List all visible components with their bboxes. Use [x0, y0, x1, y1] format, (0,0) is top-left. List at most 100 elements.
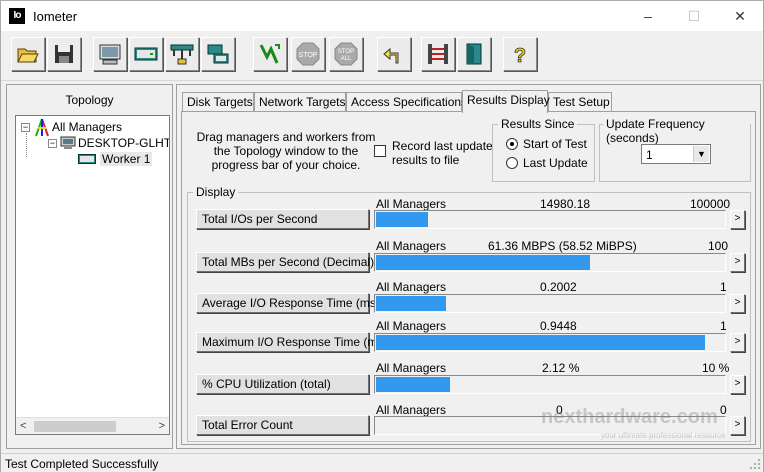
- status-text: Test Completed Successfully: [5, 457, 159, 471]
- record-results-label: Record last update results to file: [392, 139, 493, 167]
- save-config-icon: [55, 45, 73, 63]
- new-disk-worker-button[interactable]: [129, 37, 163, 71]
- new-disk-worker-icon: [134, 47, 158, 61]
- scroll-right-arrow[interactable]: >: [159, 420, 165, 432]
- tree-node-worker[interactable]: Worker 1: [100, 152, 153, 166]
- metric-select-button[interactable]: % CPU Utilization (total): [196, 374, 369, 394]
- save-config-button[interactable]: [47, 37, 81, 71]
- last-update-radio[interactable]: [506, 157, 518, 169]
- tree-node-manager[interactable]: DESKTOP-GLHTN: [78, 136, 169, 150]
- tab-access-specifications[interactable]: Access Specifications: [346, 92, 467, 112]
- metric-progress-bar[interactable]: [374, 294, 726, 313]
- metric-source: All Managers: [376, 197, 447, 211]
- metric-more-button[interactable]: >: [730, 294, 745, 313]
- update-frequency-value: 1: [646, 148, 653, 162]
- tab-network-targets[interactable]: Network Targets: [254, 92, 346, 112]
- record-results-checkbox[interactable]: [374, 145, 386, 157]
- results-since-title: Results Since: [498, 117, 578, 131]
- metric-value: 0: [556, 403, 563, 417]
- status-bar: Test Completed Successfully: [1, 453, 763, 472]
- metric-select-button[interactable]: Total MBs per Second (Decimal): [196, 252, 374, 272]
- main-panel: Disk Targets Network Targets Access Spec…: [176, 84, 761, 449]
- help-label: ?: [514, 45, 526, 66]
- iometer-app-icon: Io: [9, 8, 25, 24]
- duplicate-worker-icon: [207, 44, 229, 64]
- stop-all-label-line1: STOP: [338, 49, 354, 55]
- all-managers-collapse-toggle[interactable]: −: [21, 123, 30, 132]
- metric-progress-bar[interactable]: [374, 375, 726, 394]
- update-frequency-title: Update Frequency (seconds): [603, 117, 750, 145]
- all-managers-icon: [35, 119, 49, 137]
- duplicate-worker-button[interactable]: [201, 37, 235, 71]
- disk-workers-icon: [428, 44, 448, 64]
- metric-source: All Managers: [376, 403, 447, 417]
- stop-button[interactable]: STOP: [291, 37, 325, 71]
- metric-max: 10 %: [702, 361, 730, 375]
- reset-workers-icon: [383, 47, 399, 64]
- exit-button[interactable]: [457, 37, 491, 71]
- title-bar: Io Iometer – ☐ ✕: [1, 1, 763, 31]
- new-network-worker-icon: [170, 44, 194, 65]
- exit-icon: [466, 43, 482, 65]
- topology-panel: Topology − All Managers − DESKTOP-GLHTN: [6, 84, 173, 449]
- metric-max: 1: [720, 319, 727, 333]
- start-of-test-radio[interactable]: [506, 138, 518, 150]
- start-tests-button[interactable]: [253, 37, 287, 71]
- open-config-button[interactable]: [11, 37, 45, 71]
- metric-progress-bar[interactable]: [374, 253, 726, 272]
- metric-more-button[interactable]: >: [730, 210, 745, 229]
- metric-progress-bar[interactable]: [374, 333, 726, 352]
- resize-grip-icon[interactable]: [749, 458, 761, 470]
- start-tests-icon: [259, 44, 280, 64]
- about-button[interactable]: ?: [503, 37, 537, 71]
- chevron-down-icon[interactable]: ▼: [693, 146, 709, 162]
- metric-more-button[interactable]: >: [730, 333, 745, 352]
- manager-computer-icon: [60, 136, 76, 149]
- metric-more-button[interactable]: >: [730, 375, 745, 394]
- tree-node-all-managers[interactable]: All Managers: [52, 120, 122, 134]
- update-frequency-group: Update Frequency (seconds) 1 ▼: [599, 117, 751, 182]
- metric-select-button[interactable]: Maximum I/O Response Time (ms): [196, 332, 387, 352]
- show-results-button[interactable]: [93, 37, 127, 71]
- tab-results-display[interactable]: Results Display: [462, 90, 550, 113]
- display-title: Display: [193, 185, 239, 199]
- tab-disk-targets[interactable]: Disk Targets: [182, 92, 254, 112]
- reset-workers-button[interactable]: [377, 37, 411, 71]
- metric-source: All Managers: [376, 280, 447, 294]
- update-frequency-select[interactable]: 1 ▼: [641, 144, 711, 164]
- show-results-icon: [99, 44, 121, 65]
- scroll-thumb[interactable]: [34, 421, 116, 432]
- minimize-button[interactable]: –: [625, 1, 671, 31]
- metric-source: All Managers: [376, 319, 447, 333]
- close-button[interactable]: ✕: [717, 1, 763, 31]
- metric-more-button[interactable]: >: [730, 416, 745, 435]
- metric-max: 1: [720, 280, 727, 294]
- metric-max: 0: [720, 403, 727, 417]
- tree-horizontal-scrollbar[interactable]: < >: [16, 417, 169, 434]
- metric-select-button[interactable]: Average I/O Response Time (ms): [196, 293, 380, 313]
- metric-bar-fill: [376, 377, 450, 392]
- scroll-left-arrow[interactable]: <: [20, 420, 26, 432]
- metric-progress-bar[interactable]: [374, 416, 726, 435]
- metric-select-button[interactable]: Total Error Count: [196, 415, 369, 435]
- metric-progress-bar[interactable]: [374, 210, 726, 229]
- worker-disk-icon: [78, 154, 96, 164]
- metric-select-button[interactable]: Total I/Os per Second: [196, 209, 369, 229]
- metric-source: All Managers: [376, 361, 447, 375]
- disk-workers-button[interactable]: [421, 37, 455, 71]
- start-of-test-label: Start of Test: [523, 137, 587, 151]
- window-title: Iometer: [33, 9, 78, 24]
- topology-title: Topology: [65, 93, 114, 107]
- topology-tree[interactable]: − All Managers − DESKTOP-GLHTN Worker 1: [15, 115, 170, 435]
- tab-test-setup[interactable]: Test Setup: [548, 92, 612, 112]
- iometer-window: Io Iometer – ☐ ✕ STOP STOP ALL ? Topolog…: [0, 0, 764, 472]
- metric-value: 0.2002: [540, 280, 577, 294]
- metric-value: 2.12 %: [542, 361, 580, 375]
- maximize-button[interactable]: ☐: [671, 1, 717, 31]
- metric-more-button[interactable]: >: [730, 253, 745, 272]
- about-icon: ?: [513, 45, 526, 66]
- stop-all-button[interactable]: STOP ALL: [329, 37, 363, 71]
- new-network-worker-button[interactable]: [165, 37, 199, 71]
- manager-collapse-toggle[interactable]: −: [48, 139, 57, 148]
- metric-max: 100: [708, 239, 729, 253]
